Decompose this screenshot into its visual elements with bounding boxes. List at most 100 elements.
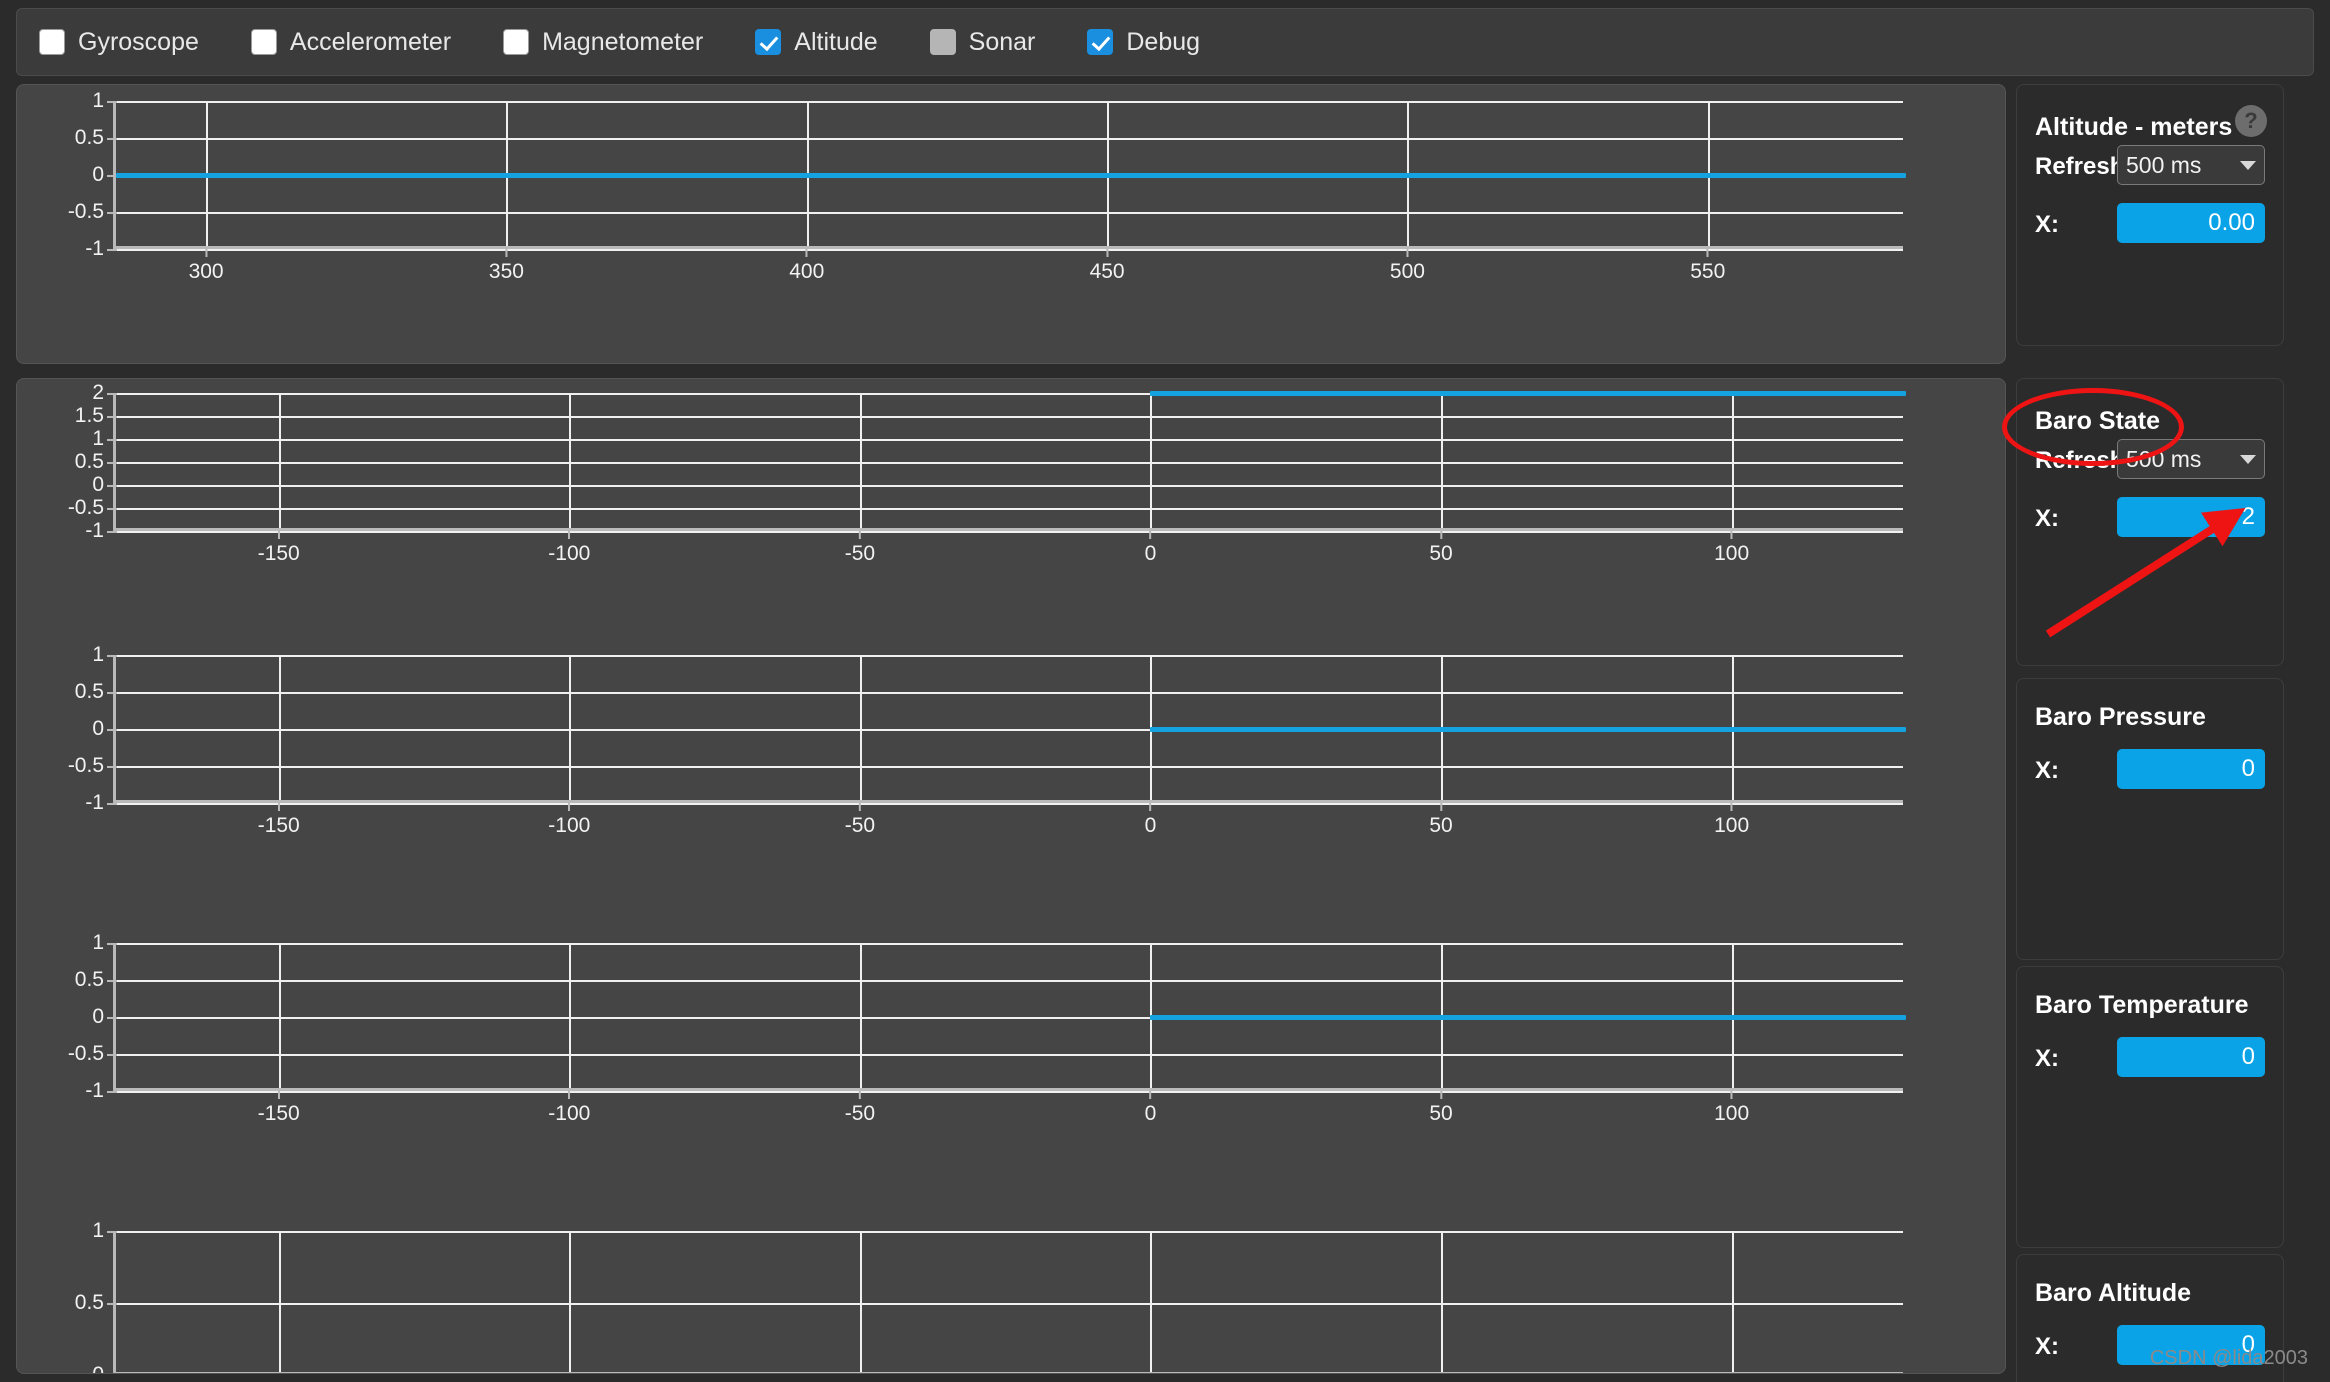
gridline-horizontal [116, 249, 1903, 251]
gridline-horizontal [116, 212, 1903, 214]
gridline-vertical [859, 943, 862, 1088]
readout-sidebar: Altitude - meters ? Refresh: 500 ms X: 0… [2016, 84, 2314, 1382]
y-axis-tick-label: 0.5 [74, 1291, 118, 1314]
gridline-vertical [859, 393, 862, 528]
y-axis-tick-label: 0.5 [74, 450, 118, 473]
x-axis-tick-label: 100 [1714, 1102, 1750, 1125]
gridline-horizontal [116, 943, 1903, 945]
x-axis-tick-label: 0 [1144, 542, 1157, 565]
gridline-vertical [569, 655, 572, 800]
x-axis-tick-label: 400 [789, 260, 825, 283]
y-axis-tick-label: -1 [85, 791, 117, 814]
baro-pressure-x-value[interactable]: 0 [2117, 749, 2265, 789]
card-baro-pressure: Baro Pressure X: 0 [2016, 678, 2284, 960]
gridline-horizontal [116, 980, 1903, 982]
baro-state-x-value[interactable]: 2 [2117, 497, 2265, 537]
sensor-toggle-altitude[interactable]: Altitude [755, 27, 878, 57]
checkbox-gyroscope-icon[interactable] [39, 29, 65, 55]
x-axis-tick-label: 450 [1089, 260, 1125, 283]
data-series-line [1150, 727, 1906, 732]
chevron-down-icon [2240, 454, 2256, 464]
y-axis-tick-label: 1 [92, 643, 117, 666]
y-axis-tick-label: -0.5 [67, 496, 118, 519]
checkbox-sonar-icon[interactable] [929, 29, 956, 55]
plot-area-baro-temperature: 1 0.5 0 -0.5 -1 -150 -100 -50 0 50 100 [68, 931, 1906, 1125]
x-axis-tick-label: 50 [1429, 814, 1453, 837]
sensor-toggle-gyroscope[interactable]: Gyroscope [39, 28, 199, 57]
y-axis-tick-label: -1 [85, 519, 117, 542]
baro-state-refresh-select[interactable]: 500 ms [2117, 439, 2265, 479]
gridline-vertical [1150, 1231, 1153, 1372]
data-series-line [116, 173, 1906, 178]
plot-area-altitude-meters: 1 0.5 0 -0.5 -1 300 350 400 450 500 550 [68, 89, 1906, 283]
gridline-horizontal [116, 101, 1903, 103]
gridline-vertical [1731, 393, 1734, 528]
x-axis-tick-label: -100 [548, 814, 591, 837]
card-altitude-meters: Altitude - meters ? Refresh: 500 ms X: 0… [2016, 84, 2284, 346]
baro-state-title: Baro State [2035, 407, 2161, 435]
data-series-line [1150, 1373, 1906, 1374]
plot-area-baro-pressure: 1 0.5 0 -0.5 -1 -150 -100 -50 0 50 100 [68, 643, 1906, 837]
x-axis-tick-label: -50 [844, 814, 876, 837]
gridline-horizontal [116, 416, 1903, 418]
y-axis-tick-label: 0 [92, 717, 117, 740]
x-axis-tick-label: 0 [1144, 1102, 1157, 1125]
gridline-horizontal [116, 462, 1903, 464]
baro-temperature-title: Baro Temperature [2035, 991, 2249, 1019]
gridline-vertical [569, 393, 572, 528]
gridline-vertical [1150, 393, 1153, 528]
sensor-toggle-magnetometer[interactable]: Magnetometer [503, 28, 703, 57]
x-axis-tick-label: 0 [1144, 814, 1157, 837]
x-axis-tick-label: -150 [257, 1102, 300, 1125]
gridline-vertical [859, 1231, 862, 1372]
altitude-x-value[interactable]: 0.00 [2117, 203, 2265, 243]
x-axis-tick-label: 350 [488, 260, 524, 283]
x-axis-tick-label: 100 [1714, 814, 1750, 837]
watermark: CSDN @lida2003 [2149, 1347, 2308, 1369]
checkbox-altitude-icon[interactable] [755, 29, 782, 55]
gridline-vertical [1441, 393, 1444, 528]
gridline-vertical [1731, 1231, 1734, 1372]
plot-area-baro-state: 2 1.5 1 0.5 0 -0.5 -1 -150 -100 -50 0 50 100 [68, 381, 1906, 565]
y-axis-tick-label: 0 [92, 473, 117, 496]
y-axis-tick-label: 0.5 [74, 968, 118, 991]
y-axis-tick-label: -1 [85, 237, 117, 260]
plot-area-baro-altitude: 10.50 [75, 1219, 1906, 1374]
gridline-vertical [278, 655, 281, 800]
gridline-horizontal [116, 692, 1903, 694]
sensor-toggle-label: Gyroscope [78, 27, 199, 56]
sensor-toolbar: Gyroscope Accelerometer Magnetometer Altitu… [16, 8, 2314, 76]
checkbox-debug-icon[interactable] [1087, 29, 1114, 55]
data-series-line [1150, 1015, 1906, 1020]
y-axis-tick-label: 1 [92, 89, 117, 112]
altitude-x-label: X: [2035, 211, 2059, 238]
y-axis-tick-label: 0 [92, 1363, 104, 1373]
gridline-horizontal [116, 766, 1903, 768]
x-axis-tick-label: 50 [1429, 542, 1453, 565]
baro-temperature-x-value[interactable]: 0 [2117, 1037, 2265, 1077]
data-series-line [1150, 391, 1906, 396]
altitude-refresh-select[interactable]: 500 ms [2117, 145, 2265, 185]
sensor-toggle-accelerometer[interactable]: Accelerometer [250, 28, 451, 57]
sensor-toggle-debug[interactable]: Debug [1087, 28, 1200, 57]
y-axis-tick-label: 2 [92, 381, 117, 404]
y-axis-tick-label: -0.5 [67, 200, 118, 223]
checkbox-magnetometer-icon[interactable] [503, 29, 530, 55]
y-axis-tick-label: 1 [92, 1219, 117, 1242]
sensor-toggle-sonar[interactable]: Sonar [929, 27, 1036, 57]
y-axis-tick-label: 0.5 [74, 126, 118, 149]
altitude-refresh-value: 500 ms [2126, 151, 2202, 178]
card-baro-state: Baro State Refresh: 500 ms X: 2 [2016, 378, 2284, 666]
altitude-title: Altitude - meters [2035, 113, 2233, 141]
gridline-vertical [278, 943, 281, 1088]
gridline-vertical [1441, 1231, 1444, 1372]
y-axis-tick-label: 1.5 [74, 404, 118, 427]
help-icon[interactable]: ? [2235, 105, 2267, 137]
sensor-toggle-label: Altitude [794, 27, 878, 56]
x-axis-tick-label: -100 [548, 1102, 591, 1125]
sensor-toggle-label: Sonar [968, 27, 1036, 56]
gridline-vertical [569, 943, 572, 1088]
checkbox-accelerometer-icon[interactable] [250, 29, 277, 55]
x-axis-tick-label: -150 [257, 814, 300, 837]
gridline-horizontal [116, 1303, 1903, 1305]
